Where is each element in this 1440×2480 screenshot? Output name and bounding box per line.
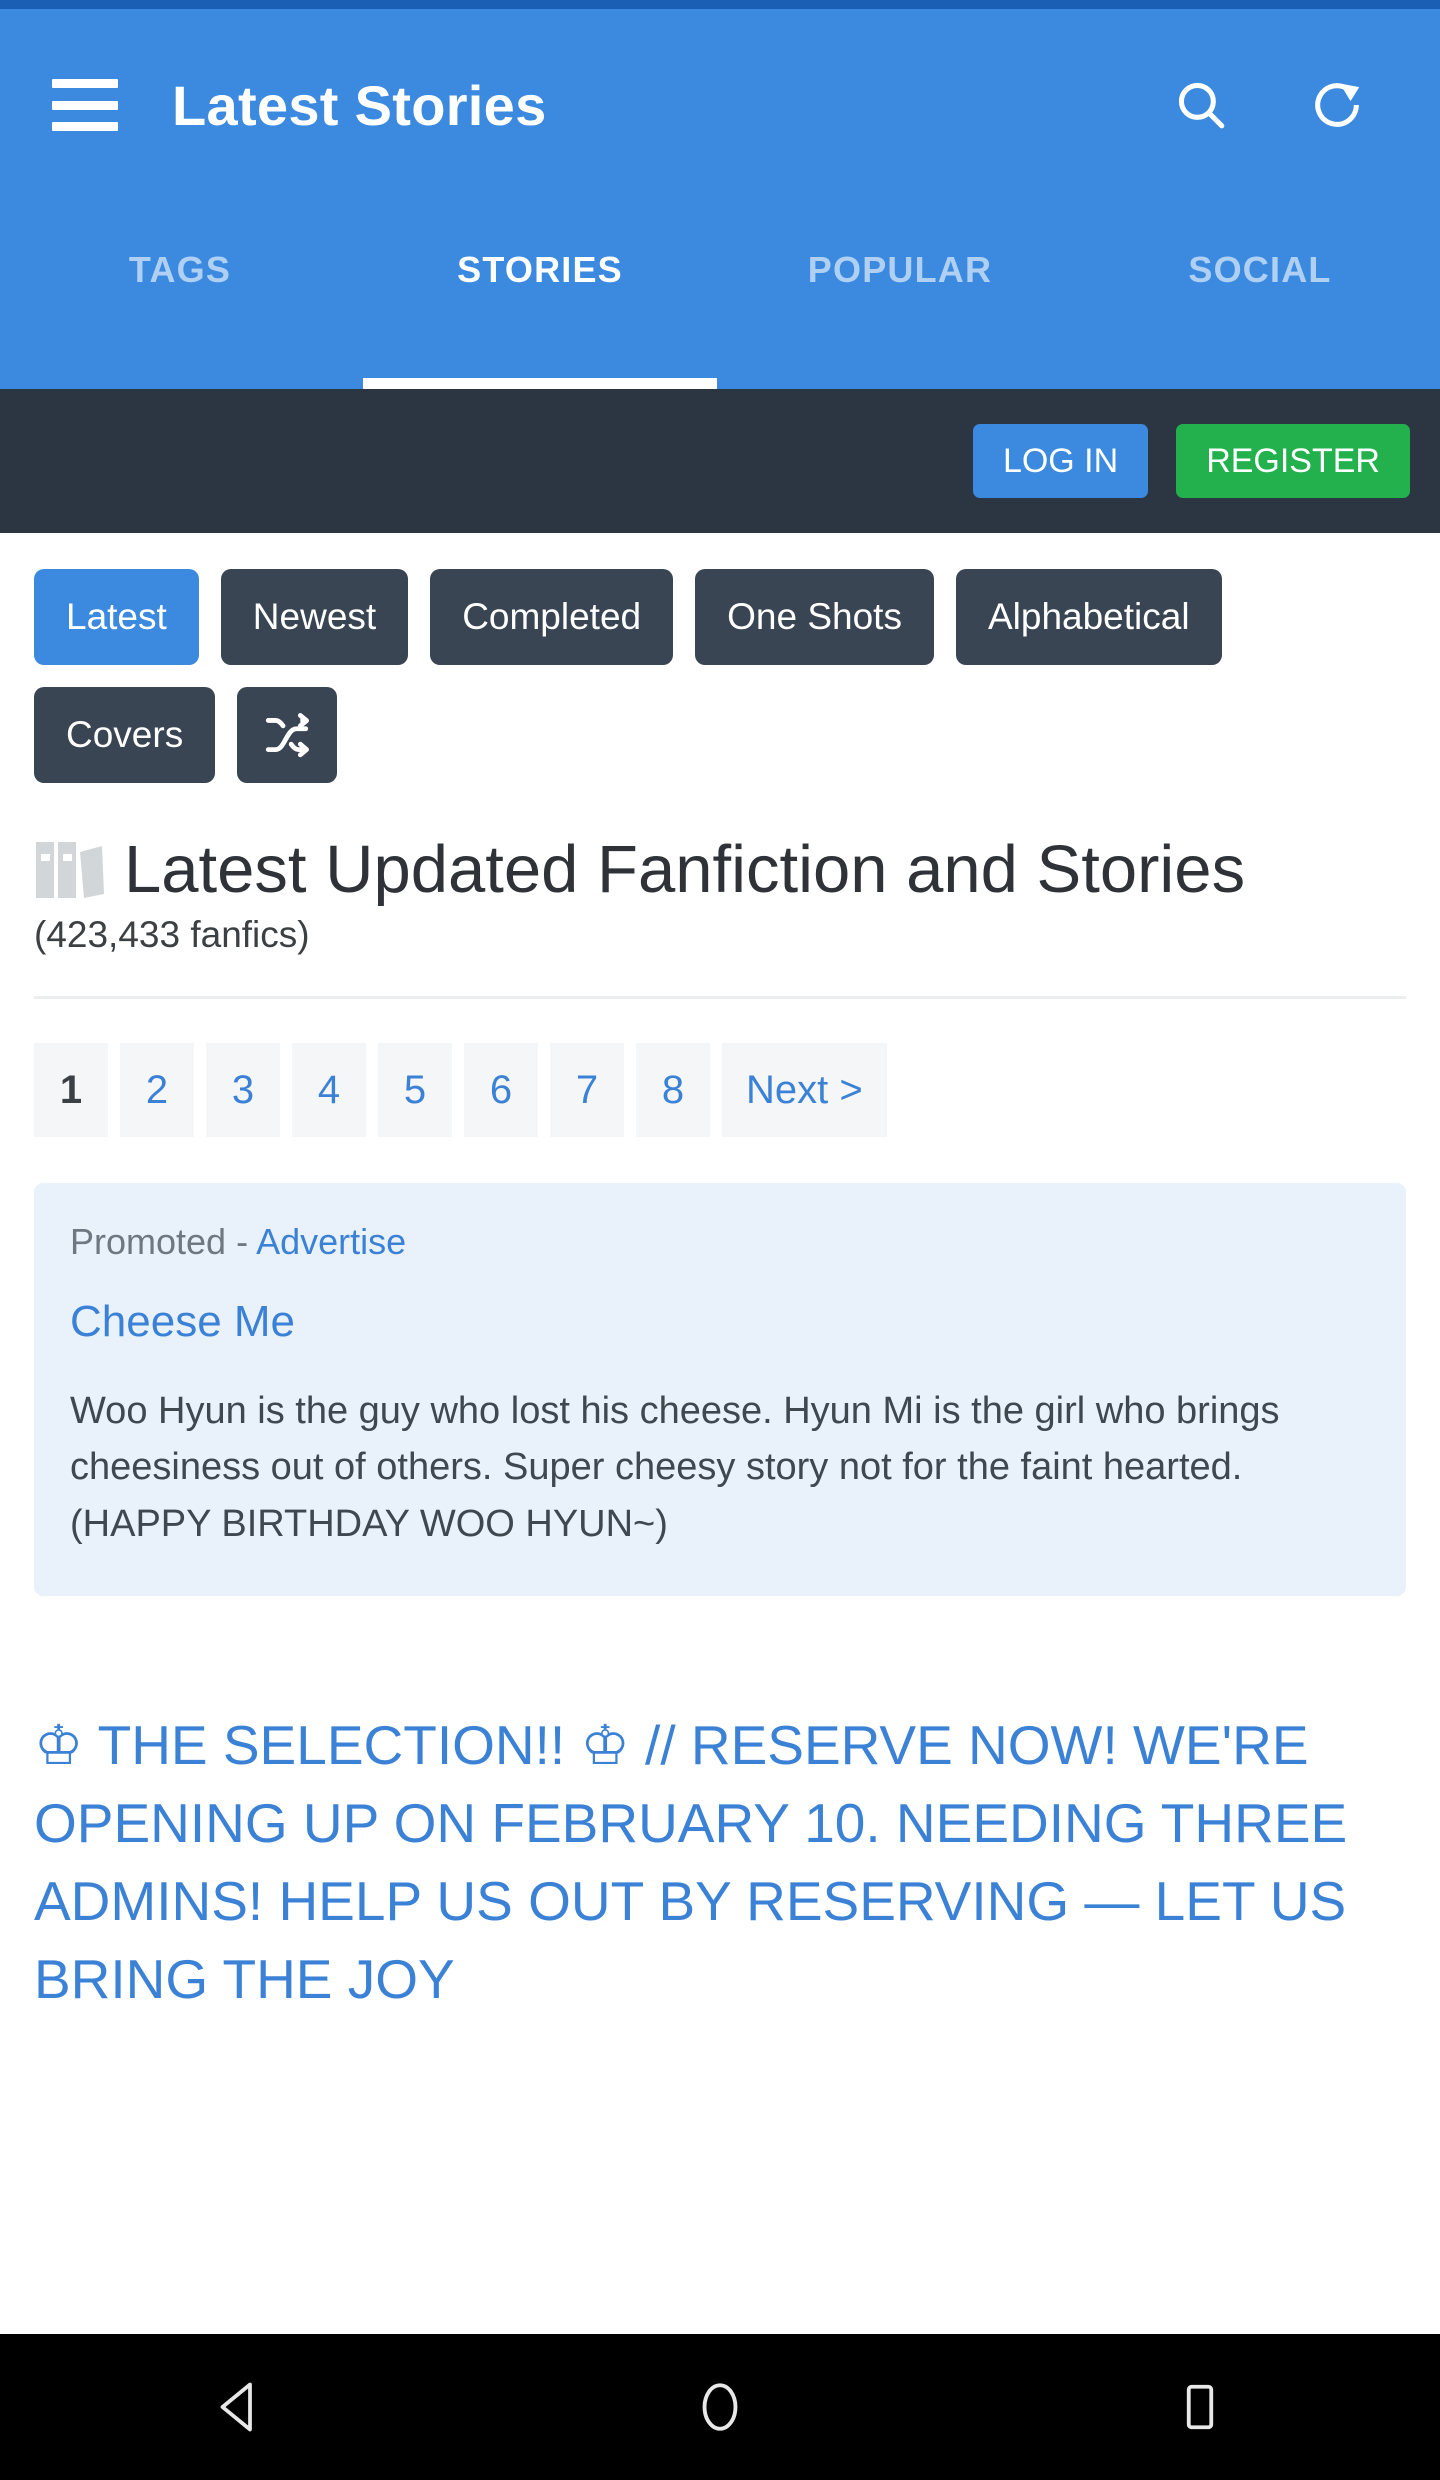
- page-4[interactable]: 4: [292, 1043, 366, 1138]
- page-5[interactable]: 5: [378, 1043, 452, 1138]
- shuffle-icon[interactable]: [237, 687, 338, 783]
- filter-chip-one-shots[interactable]: One Shots: [695, 569, 934, 665]
- recents-square-icon[interactable]: [1125, 2334, 1275, 2480]
- filter-chip-row: Latest Newest Completed One Shots Alphab…: [34, 533, 1406, 783]
- main-content: Latest Newest Completed One Shots Alphab…: [0, 533, 1440, 2019]
- app-screen: Latest Stories TAGS STORIES POPULAR SOCI…: [0, 0, 1440, 2480]
- hamburger-bar: [52, 100, 118, 110]
- tab-tags[interactable]: TAGS: [0, 201, 360, 389]
- page-8[interactable]: 8: [636, 1043, 710, 1138]
- app-bar-actions: [1164, 68, 1396, 142]
- page-next-button[interactable]: Next >: [722, 1043, 887, 1138]
- page-2[interactable]: 2: [120, 1043, 194, 1138]
- refresh-icon[interactable]: [1300, 68, 1374, 142]
- filter-chip-newest[interactable]: Newest: [220, 569, 409, 665]
- tab-stories[interactable]: STORIES: [360, 201, 720, 389]
- filter-chip-alphabetical[interactable]: Alphabetical: [955, 569, 1222, 665]
- filter-chip-covers[interactable]: Covers: [34, 687, 216, 783]
- hamburger-menu-icon[interactable]: [52, 79, 118, 131]
- advertise-link[interactable]: Advertise: [256, 1221, 406, 1262]
- android-nav-bar: [0, 2334, 1440, 2480]
- login-button[interactable]: LOG IN: [972, 424, 1149, 498]
- page-6[interactable]: 6: [464, 1043, 538, 1138]
- story-title-link[interactable]: ♔ THE SELECTION!! ♔ // RESERVE NOW! WE'R…: [34, 1706, 1406, 2018]
- auth-bar: LOG IN REGISTER: [0, 389, 1440, 533]
- hamburger-bar: [52, 122, 118, 131]
- page-3[interactable]: 3: [206, 1043, 280, 1138]
- app-bar: Latest Stories TAGS STORIES POPULAR SOCI…: [0, 9, 1440, 389]
- hamburger-bar: [52, 79, 118, 88]
- heading-text: Latest Updated Fanfiction and Stories: [124, 832, 1246, 907]
- search-icon[interactable]: [1164, 68, 1238, 142]
- story-list-item: ♔ THE SELECTION!! ♔ // RESERVE NOW! WE'R…: [34, 1706, 1406, 2018]
- tab-popular[interactable]: POPULAR: [720, 201, 1080, 389]
- books-icon: [34, 838, 106, 905]
- promoted-ad-card: Promoted - Advertise Cheese Me Woo Hyun …: [34, 1183, 1406, 1596]
- page-7[interactable]: 7: [550, 1043, 624, 1138]
- tab-bar: TAGS STORIES POPULAR SOCIAL: [0, 201, 1440, 389]
- tab-social[interactable]: SOCIAL: [1080, 201, 1440, 389]
- filter-chip-completed[interactable]: Completed: [430, 569, 674, 665]
- register-button[interactable]: REGISTER: [1176, 424, 1410, 498]
- home-circle-icon[interactable]: [645, 2334, 795, 2480]
- section-heading: Latest Updated Fanfiction and Stories (4…: [34, 825, 1406, 956]
- page-1[interactable]: 1: [34, 1043, 108, 1138]
- pagination: 1 2 3 4 5 6 7 8 Next >: [34, 999, 1406, 1138]
- fanfic-count: (423,433 fanfics): [34, 914, 310, 956]
- promoted-label-row: Promoted - Advertise: [70, 1221, 1370, 1263]
- promoted-story-description: Woo Hyun is the guy who lost his cheese.…: [70, 1390, 1280, 1545]
- filter-chip-latest[interactable]: Latest: [34, 569, 199, 665]
- promoted-story-title[interactable]: Cheese Me: [70, 1297, 1370, 1347]
- app-bar-top-row: Latest Stories: [0, 9, 1440, 201]
- promoted-label: Promoted -: [70, 1221, 257, 1263]
- status-bar-strip: [0, 0, 1440, 9]
- page-title: Latest Stories: [172, 73, 547, 137]
- back-triangle-icon[interactable]: [165, 2334, 315, 2480]
